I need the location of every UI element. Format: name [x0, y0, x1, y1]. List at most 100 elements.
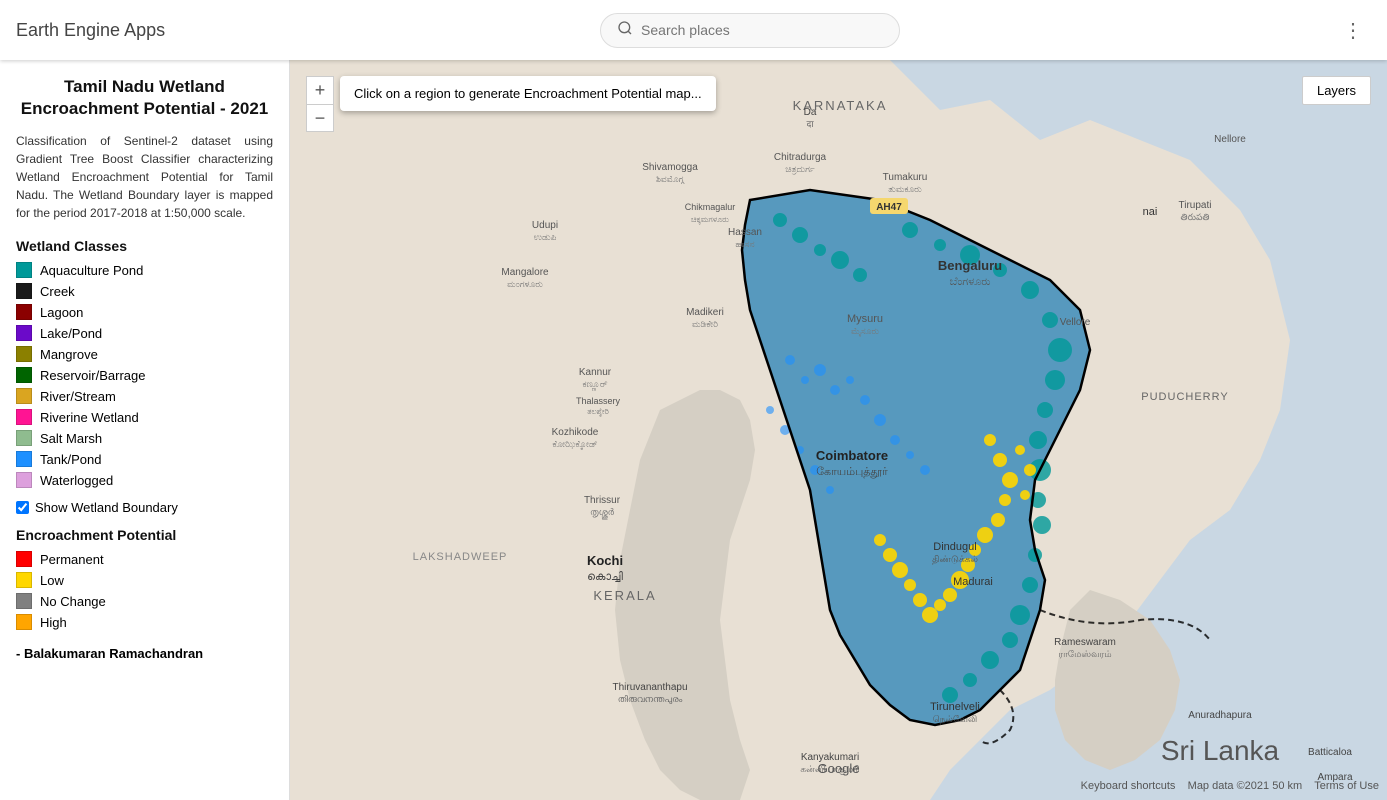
encroachment-legend-item: High: [16, 614, 273, 630]
legend-color-swatch: [16, 472, 32, 488]
encroachment-legend-item: No Change: [16, 593, 273, 609]
map-container[interactable]: KARNATAKA Bengaluru ಬೆಂಗಳೂರು Shivamogga …: [290, 60, 1387, 800]
legend-color-swatch: [16, 367, 32, 383]
svg-text:ಮೈಸೂರು: ಮೈಸೂರು: [851, 326, 879, 337]
legend-color-swatch: [16, 304, 32, 320]
svg-text:AH47: AH47: [876, 202, 902, 213]
encroachment-color-swatch: [16, 593, 32, 609]
svg-text:ಮಡಿಕೇರಿ: ಮಡಿಕೇರಿ: [692, 319, 718, 329]
search-bar[interactable]: [600, 13, 900, 48]
zoom-in-button[interactable]: +: [306, 76, 334, 104]
show-wetland-row[interactable]: Show Wetland Boundary: [16, 500, 273, 515]
svg-text:Rameswaram: Rameswaram: [1054, 637, 1116, 648]
svg-text:ಹಾಸನ: ಹಾಸನ: [735, 239, 754, 249]
legend-item: Mangrove: [16, 346, 273, 362]
svg-text:PUDUCHERRY: PUDUCHERRY: [1141, 391, 1228, 403]
author-name: - Balakumaran Ramachandran: [16, 646, 273, 661]
legend-item: Lagoon: [16, 304, 273, 320]
legend-color-swatch: [16, 409, 32, 425]
svg-text:nai: nai: [1143, 206, 1158, 218]
svg-text:Sri Lanka: Sri Lanka: [1161, 735, 1280, 766]
svg-text:ಉಡುಪಿ: ಉಡುಪಿ: [534, 232, 557, 242]
more-options-icon[interactable]: ⋮: [1335, 10, 1371, 51]
legend-item: Creek: [16, 283, 273, 299]
legend-label: Lagoon: [40, 305, 83, 320]
wetland-classes-title: Wetland Classes: [16, 238, 273, 254]
legend-color-swatch: [16, 346, 32, 362]
terms-of-use-link[interactable]: Terms of Use: [1314, 780, 1379, 792]
wetland-legend: Aquaculture Pond Creek Lagoon Lake/Pond Mang…: [16, 262, 273, 488]
legend-color-swatch: [16, 283, 32, 299]
show-wetland-label[interactable]: Show Wetland Boundary: [35, 500, 178, 515]
sidebar-title: Tamil Nadu Wetland Encroachment Potentia…: [16, 76, 273, 120]
svg-text:ಶಿವಮೊಗ್ಗ: ಶಿವಮೊಗ್ಗ: [656, 174, 685, 184]
svg-text:Thalassery: Thalassery: [576, 396, 621, 406]
legend-label: Aquaculture Pond: [40, 263, 143, 278]
keyboard-shortcuts-link[interactable]: Keyboard shortcuts: [1081, 780, 1176, 792]
svg-text:Nellore: Nellore: [1214, 134, 1246, 145]
legend-color-swatch: [16, 388, 32, 404]
show-wetland-checkbox[interactable]: [16, 501, 29, 514]
svg-text:Dindugul: Dindugul: [933, 541, 976, 553]
map-attribution: Keyboard shortcuts Map data ©2021 50 km …: [1081, 780, 1379, 792]
legend-label: Riverine Wetland: [40, 410, 139, 425]
encroachment-legend-item: Low: [16, 572, 273, 588]
svg-text:ராமேஸ்வரம்: ராமேஸ்வரம்: [1058, 649, 1111, 659]
svg-text:दा: दा: [806, 119, 814, 129]
svg-text:KERALA: KERALA: [593, 588, 656, 603]
legend-color-swatch: [16, 262, 32, 278]
encroachment-label: High: [40, 615, 67, 630]
search-input[interactable]: [641, 22, 883, 38]
legend-item: Salt Marsh: [16, 430, 273, 446]
map-data-attribution: Map data ©2021 50 km: [1188, 780, 1303, 792]
layers-button[interactable]: Layers: [1302, 76, 1371, 105]
app-logo: Earth Engine Apps: [16, 20, 165, 41]
svg-text:Anuradhapura: Anuradhapura: [1188, 710, 1252, 721]
svg-text:Batticaloa: Batticaloa: [1308, 747, 1352, 758]
encroachment-label: Permanent: [40, 552, 104, 567]
svg-text:Tumakuru: Tumakuru: [883, 172, 928, 183]
svg-text:Thiruvananthapu: Thiruvananthapu: [612, 682, 687, 693]
legend-label: Tank/Pond: [40, 452, 101, 467]
svg-text:ಚಿಕ್ಕಮಗಳೂರು: ಚಿಕ್ಕಮಗಳೂರು: [691, 215, 729, 224]
encroachment-color-swatch: [16, 614, 32, 630]
zoom-controls: + −: [306, 76, 334, 132]
search-icon: [617, 20, 633, 41]
svg-text:ತುಮಕೂರು: ತುಮಕೂರು: [888, 184, 922, 194]
svg-text:Shivamogga: Shivamogga: [642, 162, 698, 173]
google-logo: Google: [818, 761, 860, 776]
legend-item: River/Stream: [16, 388, 273, 404]
zoom-out-button[interactable]: −: [306, 104, 334, 132]
svg-text:Chikmagalur: Chikmagalur: [685, 202, 736, 212]
encroachment-label: No Change: [40, 594, 106, 609]
svg-text:തിരുവനന്തപുരം: തിരുവനന്തപുരം: [618, 694, 683, 705]
svg-text:Da: Da: [804, 107, 817, 118]
svg-text:ತಲಶ್ಶೇರಿ: ತಲಶ್ಶೇರಿ: [587, 407, 609, 416]
legend-item: Lake/Pond: [16, 325, 273, 341]
sidebar-description: Classification of Sentinel-2 dataset usi…: [16, 132, 273, 222]
svg-text:Tirupati: Tirupati: [1179, 200, 1212, 211]
legend-label: Mangrove: [40, 347, 98, 362]
svg-text:திண்டுக்கல்: திண்டுக்கல்: [932, 554, 978, 564]
svg-text:கோயம்புத்தூர்: கோயம்புத்தூர்: [816, 466, 888, 478]
svg-text:Mangalore: Mangalore: [501, 267, 549, 278]
svg-text:Madurai: Madurai: [953, 576, 993, 588]
legend-color-swatch: [16, 430, 32, 446]
svg-text:ಚಿತ್ರದುರ್ಗ: ಚಿತ್ರದುರ್ಗ: [785, 164, 815, 175]
svg-text:Hassan: Hassan: [728, 227, 762, 238]
legend-color-swatch: [16, 451, 32, 467]
svg-text:Bengaluru: Bengaluru: [938, 258, 1002, 273]
svg-text:Tirunelveli: Tirunelveli: [930, 701, 980, 713]
encroachment-legend: Permanent Low No Change High: [16, 551, 273, 630]
svg-text:Udupi: Udupi: [532, 220, 558, 231]
legend-item: Reservoir/Barrage: [16, 367, 273, 383]
legend-item: Aquaculture Pond: [16, 262, 273, 278]
svg-text:LAKSHADWEEP: LAKSHADWEEP: [413, 551, 508, 563]
legend-label: Creek: [40, 284, 75, 299]
svg-text:Vellore: Vellore: [1060, 317, 1091, 328]
legend-label: Lake/Pond: [40, 326, 102, 341]
legend-item: Riverine Wetland: [16, 409, 273, 425]
encroachment-color-swatch: [16, 551, 32, 567]
encroachment-title: Encroachment Potential: [16, 527, 273, 543]
svg-text:Kochi: Kochi: [587, 553, 623, 568]
